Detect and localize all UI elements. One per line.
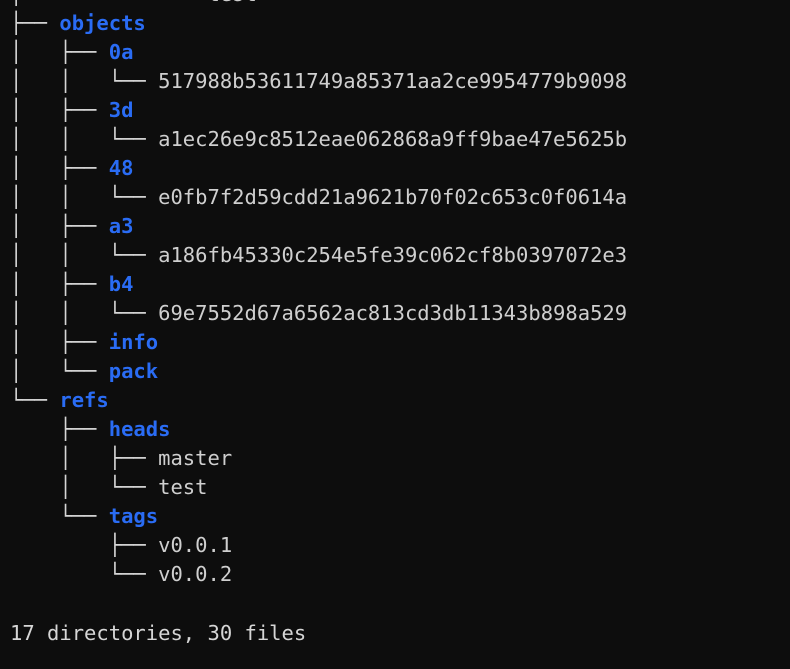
tree-connector: │ │ └── <box>10 69 159 93</box>
tree-line: │ └── test <box>10 473 627 502</box>
tree-line: ├── heads <box>10 415 627 444</box>
tree-line: ├── v0.0.1 <box>10 531 627 560</box>
tree-connector: │ ├── <box>10 446 159 470</box>
tree-file-name: a186fb45330c254e5fe39c062cf8b0397072e3 <box>158 243 628 267</box>
tree-connector: │ └── <box>10 475 159 499</box>
tree-file-name: 69e7552d67a6562ac813cd3db11343b898a529 <box>158 301 628 325</box>
tree-connector: │ └── <box>10 359 109 383</box>
tree-line: │ ├── 48 <box>10 154 627 183</box>
tree-connector: │ └── <box>10 0 207 6</box>
tree-output: │ └── test├── objects│ ├── 0a│ │ └── 517… <box>10 0 627 589</box>
tree-connector: ├── <box>10 11 60 35</box>
tree-line: │ │ └── 517988b53611749a85371aa2ce995477… <box>10 67 627 96</box>
tree-line: └── v0.0.2 <box>10 560 627 589</box>
tree-line: │ ├── a3 <box>10 212 627 241</box>
tree-directory-name: pack <box>108 359 159 383</box>
tree-connector: │ │ └── <box>10 127 159 151</box>
tree-connector: └── <box>10 562 159 586</box>
tree-directory-name: tags <box>108 504 159 528</box>
tree-line: └── refs <box>10 386 627 415</box>
tree-file-name: a1ec26e9c8512eae062868a9ff9bae47e5625b <box>158 127 628 151</box>
tree-line: │ ├── 0a <box>10 38 627 67</box>
tree-connector: │ ├── <box>10 272 109 296</box>
shell-prompt: pi@NXsFlowX13:~/demo$ <box>10 648 330 669</box>
tree-directory-name: refs <box>59 388 109 412</box>
tree-directory-name: a3 <box>108 214 134 238</box>
tree-connector: ├── <box>10 533 159 557</box>
tree-connector: ├── <box>10 417 109 441</box>
tree-line: │ │ └── e0fb7f2d59cdd21a9621b70f02c653c0… <box>10 183 627 212</box>
tree-line: │ │ └── a1ec26e9c8512eae062868a9ff9bae47… <box>10 125 627 154</box>
tree-connector: │ ├── <box>10 40 109 64</box>
tree-file-name: 517988b53611749a85371aa2ce9954779b9098 <box>158 69 628 93</box>
tree-file-name: v0.0.1 <box>158 533 233 557</box>
tree-line: │ │ └── a186fb45330c254e5fe39c062cf8b039… <box>10 241 627 270</box>
tree-line: │ ├── master <box>10 444 627 473</box>
tree-file-name: test <box>158 475 208 499</box>
tree-connector: │ │ └── <box>10 243 159 267</box>
tree-file-name: master <box>158 446 233 470</box>
tree-directory-name: 3d <box>108 98 134 122</box>
tree-directory-name: info <box>108 330 159 354</box>
tree-summary: 17 directories, 30 files <box>10 621 307 645</box>
tree-connector: │ │ └── <box>10 185 159 209</box>
tree-file-name: test <box>207 0 256 6</box>
tree-file-name: e0fb7f2d59cdd21a9621b70f02c653c0f0614a <box>158 185 628 209</box>
tree-connector: │ ├── <box>10 98 109 122</box>
tree-connector: │ ├── <box>10 156 109 180</box>
tree-directory-name: b4 <box>108 272 134 296</box>
tree-directory-name: 48 <box>108 156 134 180</box>
tree-connector: │ │ └── <box>10 301 159 325</box>
tree-directory-name: 0a <box>108 40 134 64</box>
tree-connector: └── <box>10 504 109 528</box>
tree-line: │ │ └── 69e7552d67a6562ac813cd3db11343b8… <box>10 299 627 328</box>
tree-line: │ ├── 3d <box>10 96 627 125</box>
tree-line: │ ├── info <box>10 328 627 357</box>
tree-directory-name: heads <box>108 417 171 441</box>
tree-directory-name: objects <box>59 11 146 35</box>
tree-line: ├── objects <box>10 9 627 38</box>
tree-line: └── tags <box>10 502 627 531</box>
tree-connector: │ ├── <box>10 214 109 238</box>
tree-line: │ ├── b4 <box>10 270 627 299</box>
tree-connector: │ ├── <box>10 330 109 354</box>
tree-line: │ └── test <box>10 0 627 9</box>
terminal-window[interactable]: │ └── test├── objects│ ├── 0a│ │ └── 517… <box>0 0 790 669</box>
tree-file-name: v0.0.2 <box>158 562 233 586</box>
tree-line: │ └── pack <box>10 357 627 386</box>
tree-connector: └── <box>10 388 60 412</box>
